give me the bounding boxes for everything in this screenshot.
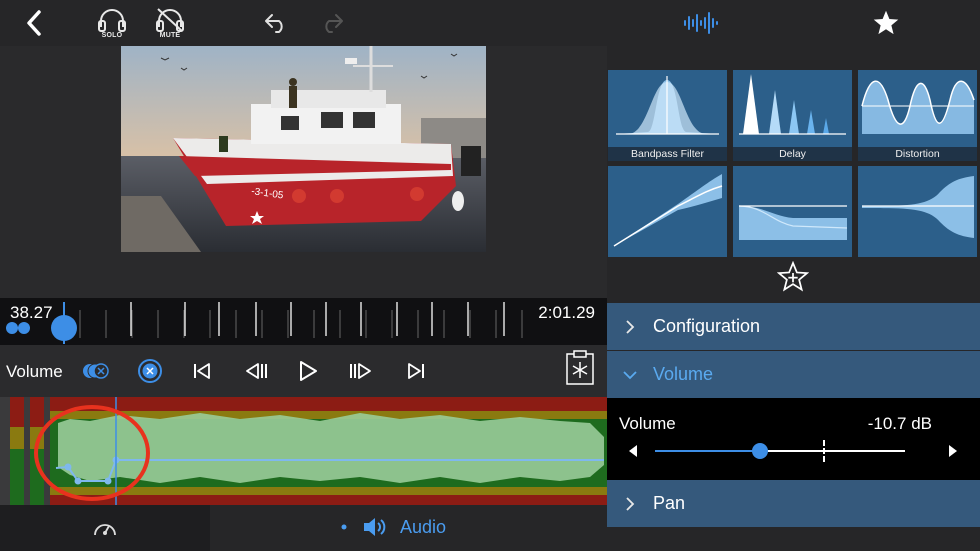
star-icon bbox=[873, 10, 899, 35]
effect-spread[interactable] bbox=[858, 166, 977, 257]
play-button[interactable] bbox=[292, 355, 324, 387]
redo-icon bbox=[325, 14, 343, 33]
effect-distortion[interactable]: Distortion bbox=[858, 70, 977, 161]
waveform-icon bbox=[684, 12, 718, 34]
expander-icon bbox=[738, 205, 848, 240]
section-pan[interactable]: Pan bbox=[607, 480, 980, 527]
spread-icon bbox=[862, 176, 974, 238]
audio-waveform bbox=[0, 397, 607, 505]
effect-label: Delay bbox=[733, 147, 852, 161]
chevron-right-icon bbox=[607, 319, 653, 335]
keyframe-toggle-icon bbox=[83, 363, 109, 379]
remove-keyframe-button[interactable] bbox=[134, 355, 166, 387]
prev-keyframe-button[interactable] bbox=[240, 355, 272, 387]
next-keyframe-icon bbox=[350, 363, 371, 379]
effect-label: Bandpass Filter bbox=[608, 147, 727, 161]
boat-video-frame: -3-1-05 bbox=[121, 46, 486, 252]
arrow-left-icon[interactable] bbox=[627, 444, 639, 458]
effect-compressor[interactable] bbox=[608, 166, 727, 257]
redo-button[interactable] bbox=[318, 0, 346, 46]
skip-end-button[interactable] bbox=[400, 355, 432, 387]
section-label: Volume bbox=[653, 364, 714, 384]
speed-button[interactable] bbox=[0, 505, 210, 551]
effects-panel: Bandpass Filter Delay Distortion Configu… bbox=[607, 46, 980, 551]
audio-fx-button[interactable] bbox=[682, 0, 720, 46]
play-icon bbox=[300, 361, 317, 381]
chevron-right-icon bbox=[607, 496, 653, 512]
playhead-icon[interactable] bbox=[4, 302, 84, 344]
volume-value: -10.7 dB bbox=[867, 414, 932, 433]
ruler-ticks bbox=[79, 302, 523, 338]
section-configuration[interactable]: Configuration bbox=[607, 303, 980, 350]
slider-thumb[interactable] bbox=[752, 443, 768, 459]
volume-slider[interactable] bbox=[655, 440, 905, 462]
unity-gain-tick bbox=[823, 440, 825, 462]
arrow-right-icon[interactable] bbox=[947, 444, 959, 458]
mute-label: MUTE bbox=[159, 32, 181, 39]
top-toolbar: SOLO MUTE bbox=[0, 0, 980, 46]
bottom-bar: Audio bbox=[0, 505, 607, 551]
headphones-icon bbox=[98, 9, 126, 32]
effect-bandpass-filter[interactable]: Bandpass Filter bbox=[608, 70, 727, 161]
audio-track[interactable] bbox=[0, 397, 607, 505]
keyframe-toggle-button[interactable] bbox=[82, 355, 112, 387]
star-plus-icon bbox=[776, 260, 810, 292]
section-volume[interactable]: Volume bbox=[607, 351, 980, 398]
speedometer-icon bbox=[94, 524, 116, 536]
dot-icon bbox=[341, 524, 347, 530]
speaker-icon bbox=[364, 518, 386, 536]
favorite-button[interactable] bbox=[870, 0, 902, 46]
skip-end-icon bbox=[408, 363, 424, 379]
skip-start-icon bbox=[194, 363, 210, 379]
clipboard-icon bbox=[566, 350, 594, 385]
keyframe-controls: Volume bbox=[0, 345, 607, 397]
volume-label: Volume bbox=[619, 414, 676, 433]
skip-start-button[interactable] bbox=[186, 355, 218, 387]
volume-panel: Volume -10.7 dB bbox=[607, 398, 980, 484]
clipboard-button[interactable] bbox=[564, 350, 596, 385]
controls-label: Volume bbox=[6, 362, 63, 381]
add-favorite-button[interactable] bbox=[776, 260, 810, 298]
audio-tab-label: Audio bbox=[400, 516, 447, 537]
timeline-ruler[interactable]: 38.27 2:01.29 bbox=[0, 298, 607, 345]
next-keyframe-button[interactable] bbox=[345, 355, 377, 387]
remove-keyframe-icon bbox=[138, 359, 162, 383]
section-label: Configuration bbox=[653, 316, 761, 336]
video-preview[interactable]: -3-1-05 bbox=[121, 46, 486, 252]
effect-label: Distortion bbox=[858, 147, 977, 161]
effect-delay[interactable]: Delay bbox=[733, 70, 852, 161]
section-label: Pan bbox=[653, 493, 686, 513]
effect-expander[interactable] bbox=[733, 166, 852, 257]
chevron-down-icon bbox=[607, 370, 653, 380]
prev-keyframe-icon bbox=[246, 363, 267, 379]
undo-button[interactable] bbox=[262, 0, 290, 46]
chevron-left-icon bbox=[27, 10, 41, 36]
solo-label: SOLO bbox=[101, 32, 123, 39]
end-time: 2:01.29 bbox=[538, 303, 595, 322]
compressor-icon bbox=[613, 174, 723, 247]
mute-button[interactable]: MUTE bbox=[152, 0, 188, 46]
audio-tab[interactable]: Audio bbox=[340, 515, 446, 539]
preview-area: -3-1-05 bbox=[0, 46, 607, 298]
headphones-muted-icon bbox=[156, 8, 184, 32]
slider-fill bbox=[655, 450, 760, 452]
undo-icon bbox=[265, 14, 283, 33]
back-button[interactable] bbox=[20, 0, 48, 46]
solo-button[interactable]: SOLO bbox=[94, 0, 130, 46]
